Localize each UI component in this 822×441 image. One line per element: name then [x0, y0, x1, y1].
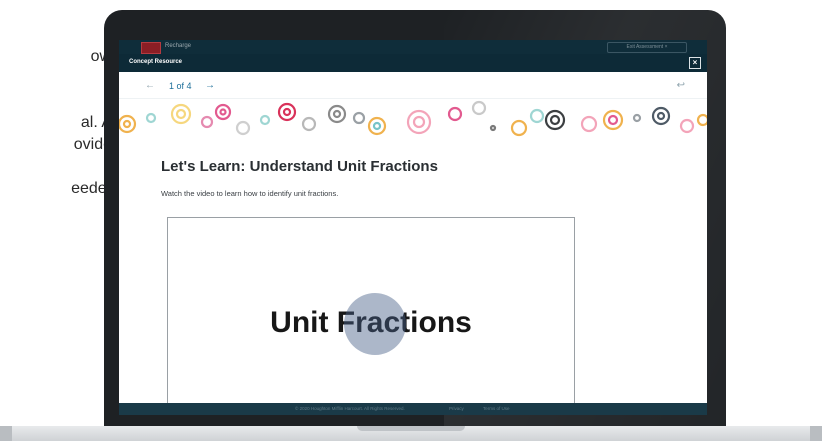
close-icon[interactable]: ×: [689, 57, 701, 69]
copy-line: er: [0, 90, 120, 112]
instruction-text: Watch the video to learn how to identify…: [161, 189, 339, 198]
copy-line: y: [0, 68, 120, 90]
copy-line: own: [0, 46, 120, 68]
copy-line: al. As: [80, 114, 120, 131]
next-arrow-icon[interactable]: →: [205, 80, 215, 92]
brand-name: Recharge: [165, 43, 192, 49]
brand-logo: [141, 42, 161, 54]
resource-nav: ← 1 of 4 → ↩: [119, 72, 707, 99]
copy-line: eeded.: [71, 180, 120, 197]
terms-link[interactable]: Terms of Use: [483, 403, 510, 415]
exit-assessment-button[interactable]: Exit Assessment ×: [607, 42, 687, 53]
privacy-link[interactable]: Privacy: [449, 403, 464, 415]
dialog-header: Concept Resource ×: [119, 54, 707, 72]
page-indicator: 1 of 4: [169, 81, 192, 91]
marketing-copy: own y er al. As ovides d eeded.: [0, 46, 120, 200]
play-button[interactable]: [344, 293, 406, 355]
dialog-title: Concept Resource: [129, 59, 183, 65]
base-end-right: [810, 426, 822, 441]
exit-assessment-label: Exit Assessment: [626, 44, 664, 50]
video-player[interactable]: Unit Fractions: [167, 217, 575, 410]
copy-line: ovides: [73, 136, 120, 153]
previous-arrow-icon[interactable]: ←: [145, 80, 155, 92]
return-arrow-icon[interactable]: ↩: [677, 80, 685, 92]
laptop-screen: Recharge Exit Assessment × Concept Resou…: [119, 40, 707, 415]
app-footer: © 2020 Houghton Mifflin Harcourt. All Ri…: [119, 403, 707, 415]
decorative-swirl-banner: [119, 100, 707, 137]
laptop-base: [0, 426, 822, 441]
page-title: Let's Learn: Understand Unit Fractions: [161, 158, 438, 175]
copyright-text: © 2020 Houghton Mifflin Harcourt. All Ri…: [295, 406, 405, 411]
trackpad-notch: [357, 426, 465, 431]
app-topbar: Recharge Exit Assessment ×: [119, 40, 707, 54]
base-end-left: [0, 426, 12, 441]
copy-line: d: [0, 156, 120, 178]
